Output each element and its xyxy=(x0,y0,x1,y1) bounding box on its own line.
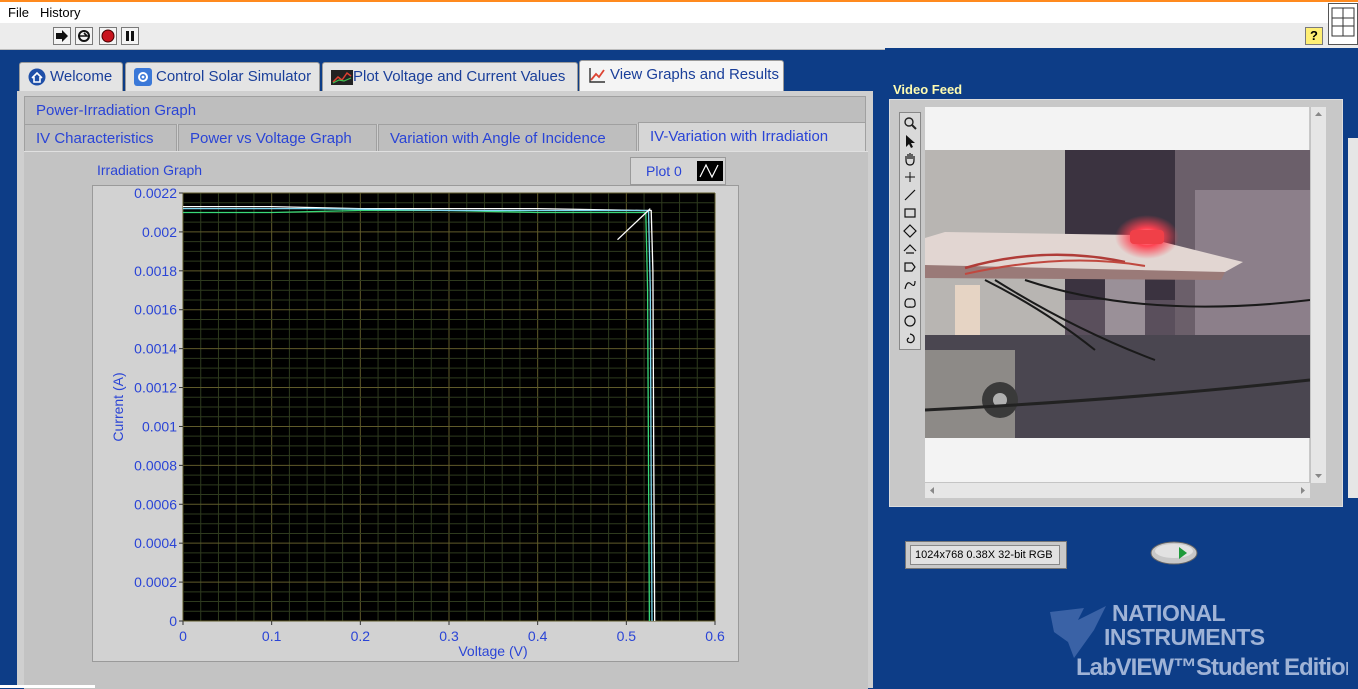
tab-welcome-label: Welcome xyxy=(50,68,113,85)
tab-welcome[interactable]: Welcome xyxy=(19,62,123,91)
rotated-rectangle-tool-icon[interactable] xyxy=(902,223,918,239)
tab-view-graphs-results[interactable]: View Graphs and Results xyxy=(579,60,784,92)
point-tool-icon[interactable] xyxy=(902,169,918,185)
y-tick-label: 0 xyxy=(169,613,177,629)
tab-control-solar-simulator[interactable]: Control Solar Simulator xyxy=(125,62,320,91)
subtab-power-irradiation[interactable]: Power-Irradiation Graph xyxy=(24,96,866,124)
plot-legend[interactable]: Plot 0 xyxy=(630,157,726,185)
x-tick-label: 0.6 xyxy=(705,628,725,644)
pointer-tool-icon[interactable] xyxy=(902,133,918,149)
broken-line-tool-icon[interactable] xyxy=(902,331,918,347)
y-tick-label: 0.0022 xyxy=(134,185,177,201)
run-continuously-button[interactable] xyxy=(75,27,93,45)
stop-icon xyxy=(101,29,115,43)
scroll-left-arrow-icon[interactable] xyxy=(928,486,936,495)
zoom-tool-icon[interactable] xyxy=(902,115,918,131)
video-horizontal-scrollbar[interactable] xyxy=(925,482,1310,498)
image-info-box: 1024x768 0.38X 32-bit RGB xyxy=(905,541,1067,569)
run-continuously-icon xyxy=(78,30,90,42)
tab-plot-voltage-current[interactable]: Plot Voltage and Current Values xyxy=(322,62,578,91)
rectangle-tool-icon[interactable] xyxy=(902,205,918,221)
x-tick-label: 0.5 xyxy=(617,628,637,644)
menu-history[interactable]: History xyxy=(40,5,80,20)
y-axis-label: Current (A) xyxy=(110,372,126,441)
x-axis-label: Voltage (V) xyxy=(458,643,527,659)
y-tick-label: 0.0018 xyxy=(134,263,177,279)
y-tick-label: 0.0002 xyxy=(134,574,177,590)
subtab-iv-irradiation-label: IV-Variation with Irradiation xyxy=(650,128,829,145)
run-arrow-icon xyxy=(56,30,68,42)
subtab-power-vs-voltage-label: Power vs Voltage Graph xyxy=(190,130,352,147)
line-tool-icon[interactable] xyxy=(902,187,918,203)
polygon-tool-icon[interactable] xyxy=(902,259,918,275)
y-tick-label: 0.0006 xyxy=(134,496,177,512)
subtab-angle-of-incidence[interactable]: Variation with Angle of Incidence xyxy=(378,124,637,152)
y-tick-label: 0.0012 xyxy=(134,380,177,396)
freehand-region-tool-icon[interactable] xyxy=(902,295,918,311)
y-tick-label: 0.0016 xyxy=(134,302,177,318)
menu-file[interactable]: File xyxy=(8,5,29,20)
ni-labview-logo: NATIONAL INSTRUMENTS LabVIEW™Student Edi… xyxy=(1040,600,1358,688)
x-tick-label: 0.1 xyxy=(262,628,282,644)
scroll-down-arrow-icon[interactable] xyxy=(1314,472,1323,480)
oval-tool-icon[interactable] xyxy=(902,313,918,329)
y-tick-label: 0.001 xyxy=(142,418,177,434)
run-arrow-button[interactable] xyxy=(53,27,71,45)
tools-palette xyxy=(899,112,921,350)
scroll-right-arrow-icon[interactable] xyxy=(1299,486,1307,495)
help-button[interactable]: ? xyxy=(1305,27,1323,45)
x-tick-label: 0.4 xyxy=(528,628,548,644)
tab-view-graphs-results-label: View Graphs and Results xyxy=(610,66,779,83)
subtab-angle-of-incidence-label: Variation with Angle of Incidence xyxy=(390,130,606,147)
pause-icon xyxy=(126,31,134,41)
pan-tool-icon[interactable] xyxy=(902,151,918,167)
panel-scrollbar[interactable] xyxy=(1348,48,1358,688)
graph-icon xyxy=(589,68,605,83)
start-button[interactable] xyxy=(1150,541,1198,565)
vi-connector-icon xyxy=(1331,7,1355,37)
subtab-iv-irradiation[interactable]: IV-Variation with Irradiation xyxy=(638,122,866,152)
subtab-iv-characteristics[interactable]: IV Characteristics xyxy=(24,124,177,152)
ni-logo-line3: LabVIEW™Student Edition xyxy=(1076,654,1358,681)
freehand-line-tool-icon[interactable] xyxy=(902,277,918,293)
graph-title: Irradiation Graph xyxy=(97,162,203,178)
video-vertical-scrollbar[interactable] xyxy=(1310,107,1326,483)
tab-control-solar-simulator-label: Control Solar Simulator xyxy=(156,68,312,85)
video-feed-label: Video Feed xyxy=(893,82,963,97)
abort-button[interactable] xyxy=(99,27,117,45)
y-tick-label: 0.0004 xyxy=(134,535,177,551)
x-tick-label: 0 xyxy=(179,628,187,644)
scroll-up-arrow-icon[interactable] xyxy=(1314,110,1323,118)
chart-icon xyxy=(331,70,353,85)
y-tick-label: 0.002 xyxy=(142,224,177,240)
iv-chart[interactable]: 0 0.1 0.2 0.3 0.4 0.5 0.6 0 0.0002 0.0004 0.0006 0.… xyxy=(92,185,739,662)
y-tick-label: 0.0014 xyxy=(134,341,177,357)
video-frame-image xyxy=(925,150,1310,438)
subtab-power-irradiation-label: Power-Irradiation Graph xyxy=(36,102,197,119)
legend-label: Plot 0 xyxy=(646,163,682,179)
image-info-text: 1024x768 0.38X 32-bit RGB xyxy=(910,545,1060,565)
legend-line-style-icon xyxy=(697,161,723,181)
home-icon xyxy=(28,68,46,86)
vi-icon[interactable] xyxy=(1328,3,1358,45)
gear-icon xyxy=(134,68,152,86)
subtab-power-vs-voltage[interactable]: Power vs Voltage Graph xyxy=(178,124,377,152)
ni-logo-line1: NATIONAL xyxy=(1112,600,1226,626)
x-tick-label: 0.3 xyxy=(439,628,459,644)
menu-bar: File History xyxy=(0,2,1358,23)
tab-plot-voltage-current-label: Plot Voltage and Current Values xyxy=(353,68,566,85)
x-tick-label: 0.2 xyxy=(351,628,371,644)
pause-button[interactable] xyxy=(121,27,139,45)
annulus-tool-icon[interactable] xyxy=(902,241,918,257)
subtab-iv-characteristics-label: IV Characteristics xyxy=(36,130,154,147)
y-tick-label: 0.0008 xyxy=(134,457,177,473)
toolbar: ? xyxy=(0,23,1358,50)
panel-scrollbar-thumb[interactable] xyxy=(1348,138,1358,498)
ni-logo-line2: INSTRUMENTS xyxy=(1104,624,1265,650)
